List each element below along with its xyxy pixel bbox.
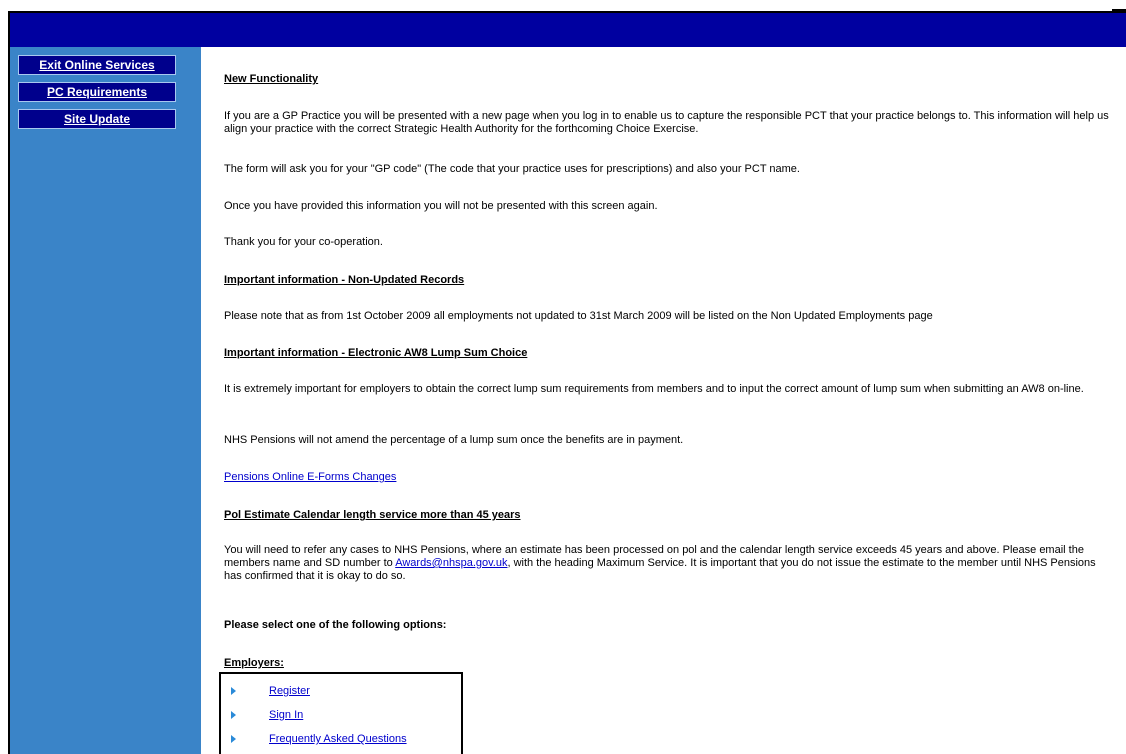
- sidebar-item-pc-requirements[interactable]: PC Requirements: [18, 82, 176, 102]
- sign-in-link[interactable]: Sign In: [269, 709, 303, 721]
- aw8-paragraph-1: It is extremely important for employers …: [224, 383, 1084, 395]
- employer-options-box: Register Sign In Frequently Asked Questi…: [219, 672, 463, 754]
- eforms-changes-link[interactable]: Pensions Online E-Forms Changes: [224, 471, 396, 483]
- new-functionality-heading: New Functionality: [224, 73, 319, 85]
- option-faq: Frequently Asked Questions: [231, 731, 407, 747]
- header-bar: [10, 13, 1126, 47]
- new-functionality-paragraph-2: The form will ask you for your "GP code"…: [224, 163, 800, 175]
- arrow-right-icon: [231, 735, 236, 743]
- register-link[interactable]: Register: [269, 685, 310, 697]
- new-functionality-paragraph-1: If you are a GP Practice you will be pre…: [224, 110, 1109, 135]
- option-register: Register: [231, 683, 310, 699]
- new-functionality-paragraph-3: Once you have provided this information …: [224, 200, 658, 212]
- non-updated-records-paragraph: Please note that as from 1st October 200…: [224, 310, 933, 322]
- sidebar-item-exit-online-services[interactable]: Exit Online Services: [18, 55, 176, 75]
- aw8-paragraph-2: NHS Pensions will not amend the percenta…: [224, 434, 684, 446]
- arrow-right-icon: [231, 711, 236, 719]
- new-functionality-paragraph-4: Thank you for your co-operation.: [224, 236, 383, 248]
- arrow-right-icon: [231, 687, 236, 695]
- faq-link[interactable]: Frequently Asked Questions: [269, 733, 407, 745]
- awards-email-link[interactable]: Awards@nhspa.gov.uk: [395, 557, 507, 569]
- aw8-heading: Important information - Electronic AW8 L…: [224, 347, 528, 359]
- option-sign-in: Sign In: [231, 707, 303, 723]
- sidebar: Exit Online Services PC Requirements Sit…: [10, 47, 201, 754]
- window-border-corner: [1112, 9, 1126, 11]
- employers-heading: Employers:: [224, 657, 284, 669]
- non-updated-records-heading: Important information - Non-Updated Reco…: [224, 274, 465, 286]
- select-prompt: Please select one of the following optio…: [224, 619, 447, 631]
- sidebar-item-site-update[interactable]: Site Update: [18, 109, 176, 129]
- eforms-link-row: Pensions Online E-Forms Changes: [224, 471, 1114, 484]
- pol-estimate-heading: Pol Estimate Calendar length service mor…: [224, 509, 521, 521]
- pol-estimate-paragraph: You will need to refer any cases to NHS …: [224, 544, 1114, 583]
